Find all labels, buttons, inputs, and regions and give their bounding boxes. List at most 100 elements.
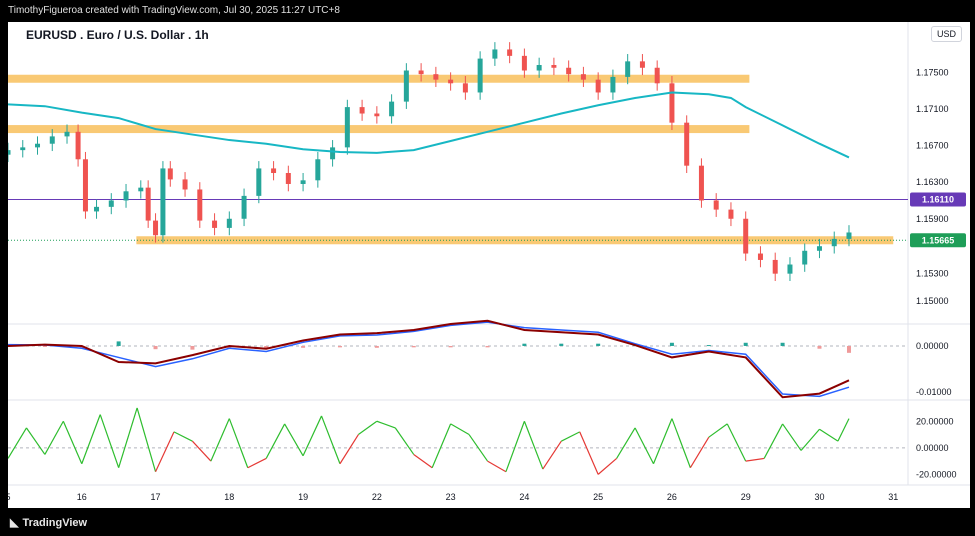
macd-histogram-bar (846, 345, 851, 353)
macd-histogram-bar (522, 343, 527, 346)
candle-body (684, 122, 690, 166)
oscillator-segment (284, 423, 304, 457)
x-tick-label: 24 (519, 492, 529, 502)
oscillator-segment (320, 415, 341, 464)
oscillator-segment (561, 431, 580, 442)
candle-body (462, 83, 468, 93)
macd-y-tick-label: 0.00000 (916, 341, 949, 351)
macd-histogram-bar (743, 342, 748, 346)
candle-body (787, 264, 793, 274)
macd-histogram-bar (42, 345, 47, 347)
macd-histogram-bar (301, 345, 306, 348)
candle-body (315, 159, 321, 181)
candle-body (160, 168, 166, 236)
oscillator-segment (394, 427, 415, 455)
oscillator-segment (413, 453, 433, 469)
candle-body (846, 232, 852, 239)
candle-body (108, 200, 114, 207)
oscillator-segment (505, 421, 525, 472)
candle-body (507, 49, 513, 56)
candle-body (241, 195, 247, 219)
candle-body (123, 191, 129, 201)
macd-signal-line (8, 319, 850, 399)
oscillator-y-tick-label: -20.00000 (916, 469, 957, 479)
x-tick-label: 31 (888, 492, 898, 502)
oscillator-segment (652, 418, 673, 464)
candle-body (330, 147, 336, 160)
x-tick-label: 18 (224, 492, 234, 502)
currency-label[interactable]: USD (930, 26, 962, 42)
x-tick-label: 19 (298, 492, 308, 502)
candle-body (374, 113, 380, 117)
oscillator-segment (247, 457, 267, 469)
oscillator-segment (25, 427, 46, 455)
y-tick-label: 1.17100 (916, 104, 949, 114)
candle-body (698, 165, 704, 201)
candle-body (772, 259, 778, 274)
x-tick-label: 5 (8, 492, 11, 502)
candle-body (536, 65, 542, 71)
macd-y-tick-label: -0.01000 (916, 387, 952, 397)
oscillator-segment (671, 418, 691, 468)
x-tick-label: 30 (814, 492, 824, 502)
y-tick-label: 1.15300 (916, 269, 949, 279)
candle-body (197, 189, 203, 221)
oscillator-segment (265, 423, 286, 459)
candle-body (138, 187, 144, 192)
macd-histogram-bar (817, 345, 822, 349)
candle-body (521, 55, 527, 71)
oscillator-segment (450, 423, 470, 436)
oscillator-segment (136, 407, 157, 472)
candle-body (145, 187, 151, 221)
candle-body (226, 218, 232, 228)
macd-histogram-bar (190, 345, 195, 350)
attribution-text: TimothyFigueroa created with TradingView… (8, 5, 340, 16)
macd-histogram-bar (485, 345, 490, 348)
candle-body (94, 206, 100, 212)
support-resistance-zone (8, 125, 750, 134)
candle-body (448, 79, 454, 84)
chart-area[interactable]: 1.16110 1.15665 1.17500 1.17100 1.16700 1.163… (8, 22, 970, 508)
oscillator-segment (44, 420, 64, 455)
macd-histogram-bar (374, 345, 379, 348)
x-tick-label: 23 (446, 492, 456, 502)
candle-body (403, 70, 409, 102)
macd-histogram-bar (337, 345, 342, 348)
oscillator-segment (339, 434, 359, 465)
symbol-title[interactable]: EURUSD . Euro / U.S. Dollar . 1h (26, 28, 209, 42)
y-tick-label: 1.15900 (916, 214, 949, 224)
candle-body (728, 209, 734, 219)
macd-line (8, 321, 850, 398)
candle-body (802, 250, 808, 265)
candle-body (713, 200, 719, 210)
tradingview-logo-icon: ◣ (10, 517, 19, 529)
macd-histogram-bar (411, 345, 416, 348)
candle-body (344, 107, 350, 148)
oscillator-segment (523, 421, 544, 470)
oscillator-segment (99, 414, 120, 468)
oscillator-segment (228, 418, 249, 468)
candle-body (654, 67, 660, 84)
candle-body (20, 147, 26, 151)
oscillator-segment (782, 423, 802, 451)
candle-body (595, 79, 601, 93)
candle-body (35, 143, 41, 148)
candle-body (477, 58, 483, 93)
oscillator-segment (154, 431, 175, 472)
y-tick-label: 1.17500 (916, 67, 949, 77)
candle-body (8, 150, 11, 155)
macd-histogram-bar (559, 343, 564, 346)
oscillator-segment (597, 457, 617, 475)
chart-canvas[interactable]: 1.16110 1.15665 1.17500 1.17100 1.16700 1.163… (8, 22, 970, 508)
oscillator-segment (376, 420, 396, 429)
candle-body (669, 83, 675, 123)
candle-body (256, 168, 262, 196)
oscillator-segment (763, 423, 784, 459)
oscillator-segment (191, 440, 212, 462)
tradingview-logo-text: TradingView (22, 517, 88, 529)
x-tick-label: 26 (667, 492, 677, 502)
candle-body (580, 74, 586, 80)
moving-average-line (8, 91, 850, 159)
candle-body (831, 238, 837, 247)
tradingview-logo[interactable]: ◣ TradingView (10, 516, 87, 529)
